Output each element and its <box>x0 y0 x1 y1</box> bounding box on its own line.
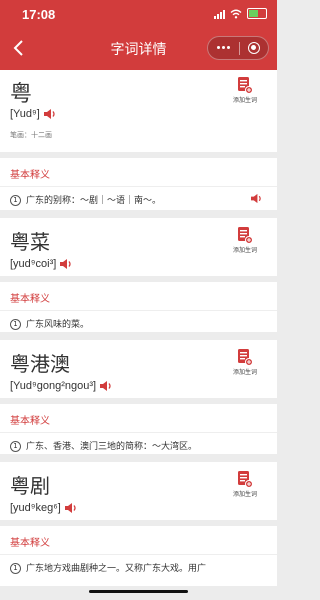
more-icon[interactable] <box>217 46 230 49</box>
miniprogram-capsule <box>207 36 269 60</box>
speaker-icon[interactable] <box>99 380 113 392</box>
close-miniprogram-icon[interactable] <box>248 42 260 54</box>
definition-item: 1 广东地方戏曲剧种之一。又称广东大戏。用广 <box>0 555 277 574</box>
basic-definition-section: 基本释义 1 广东风味的菜。 <box>0 282 277 332</box>
add-vocab-label: 添加生词 <box>232 247 257 254</box>
add-vocab-label: 添加生词 <box>232 369 257 376</box>
add-vocab-icon <box>238 227 253 244</box>
definition-number: 1 <box>10 563 21 574</box>
pinyin-text: [Yud⁹] <box>10 108 40 120</box>
add-vocab-icon <box>238 77 253 94</box>
speaker-icon[interactable] <box>64 502 78 514</box>
status-time: 17:08 <box>22 7 56 22</box>
status-icons <box>214 8 267 19</box>
wifi-icon <box>230 9 242 18</box>
speaker-icon[interactable] <box>250 193 263 204</box>
section-header: 基本释义 <box>0 282 277 311</box>
word-text: 粤港澳 <box>10 352 70 376</box>
pinyin: [Yud⁹gong²ngou³] <box>10 380 113 392</box>
content: 粤 [Yud⁹] 笔画：十二画 添加生词 基本释义 1 广东的别称：～剧｜～语｜南… <box>0 70 277 586</box>
word-header: 粤剧 [yud⁹keg⁶] 添加生词 <box>0 462 277 520</box>
speaker-icon[interactable] <box>43 108 57 120</box>
word-header: 粤港澳 [Yud⁹gong²ngou³] 添加生词 <box>0 340 277 398</box>
add-vocab-icon <box>238 349 253 366</box>
word-text: 粤剧 <box>10 474 50 498</box>
add-vocab-icon <box>238 471 253 488</box>
stroke-count: 笔画：十二画 <box>10 131 52 139</box>
section-header: 基本释义 <box>0 404 277 433</box>
definition-text: 广东的别称：～剧｜～语｜南～。 <box>26 196 162 206</box>
pinyin-text: [Yud⁹gong²ngou³] <box>10 380 97 392</box>
pinyin: [Yud⁹] <box>10 108 57 120</box>
section-header: 基本释义 <box>0 526 277 555</box>
definition-text: 广东地方戏曲剧种之一。又称广东大戏。用广 <box>26 564 207 574</box>
basic-definition-section: 基本释义 1 广东地方戏曲剧种之一。又称广东大戏。用广 <box>0 526 277 586</box>
section-title: 基本释义 <box>10 294 50 305</box>
battery-icon <box>247 8 267 19</box>
speaker-icon[interactable] <box>59 258 73 270</box>
word-text: 粤菜 <box>10 230 50 254</box>
add-vocab-button[interactable]: 添加生词 <box>225 226 265 254</box>
signal-icon <box>214 9 225 19</box>
definition-number: 1 <box>10 319 21 330</box>
section-header: 基本释义 <box>0 158 277 187</box>
section-gap <box>0 454 277 462</box>
pinyin-text: [yud⁹coi³] <box>10 258 57 270</box>
definition-text: 广东风味的菜。 <box>26 320 90 330</box>
capsule-divider <box>239 42 240 55</box>
pinyin-text: [yud⁹keg⁶] <box>10 502 61 514</box>
section-gap <box>0 332 277 340</box>
definition-text: 广东、香港、澳门三地的简称：～大湾区。 <box>26 442 198 452</box>
definition-item: 1 广东风味的菜。 <box>0 311 277 330</box>
definition-number: 1 <box>10 441 21 452</box>
definition-item: 1 广东、香港、澳门三地的简称：～大湾区。 <box>0 433 277 452</box>
add-vocab-label: 添加生词 <box>232 491 257 498</box>
nav-bar: 字词详情 <box>0 26 277 70</box>
basic-definition-section: 基本释义 1 广东、香港、澳门三地的简称：～大湾区。 <box>0 404 277 454</box>
word-text: 粤 <box>10 82 33 107</box>
section-gap <box>0 210 277 218</box>
add-vocab-button[interactable]: 添加生词 <box>225 470 265 498</box>
pinyin: [yud⁹keg⁶] <box>10 502 78 514</box>
definition-item: 1 广东的别称：～剧｜～语｜南～。 <box>0 187 277 206</box>
add-vocab-label: 添加生词 <box>232 97 257 104</box>
section-title: 基本释义 <box>10 416 50 427</box>
home-indicator[interactable] <box>89 590 188 593</box>
add-vocab-button[interactable]: 添加生词 <box>225 348 265 376</box>
word-header: 粤菜 [yud⁹coi³] 添加生词 <box>0 218 277 276</box>
status-bar: 17:08 <box>0 0 277 26</box>
add-vocab-button[interactable]: 添加生词 <box>225 76 265 104</box>
pinyin: [yud⁹coi³] <box>10 258 73 270</box>
section-title: 基本释义 <box>10 170 50 181</box>
section-title: 基本释义 <box>10 538 50 549</box>
basic-definition-section: 基本释义 1 广东的别称：～剧｜～语｜南～。 <box>0 158 277 210</box>
word-header: 粤 [Yud⁹] 笔画：十二画 添加生词 <box>0 70 277 152</box>
definition-number: 1 <box>10 195 21 206</box>
